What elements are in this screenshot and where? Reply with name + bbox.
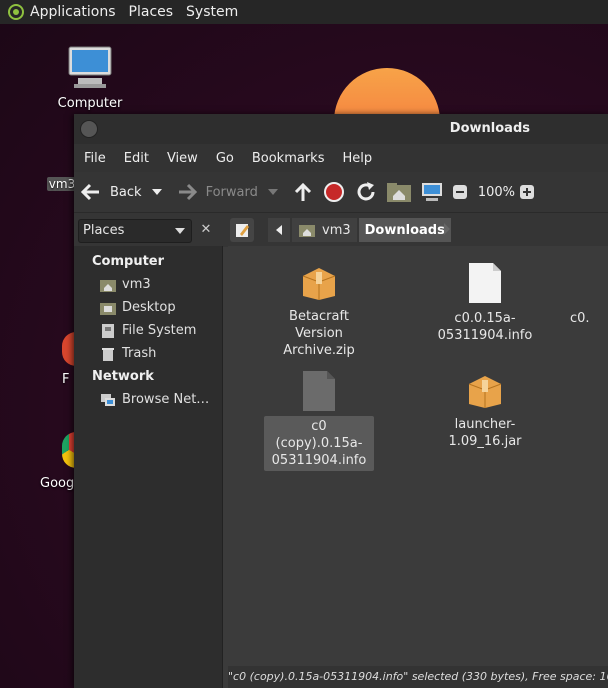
places-sidebar: Computer vm3 Desktop File System Trash N… — [74, 246, 223, 688]
breadcrumb-label: Downloads — [364, 222, 445, 238]
menubar: File Edit View Go Bookmarks Help — [74, 144, 608, 172]
document-icon — [303, 371, 335, 411]
computer-icon — [421, 183, 442, 201]
sidebar-item-label: Desktop — [122, 300, 176, 315]
stop-button[interactable] — [322, 180, 346, 204]
reload-icon — [357, 182, 375, 201]
back-label: Back — [110, 184, 142, 200]
sidebar-item-label: vm3 — [122, 277, 151, 292]
file-view[interactable]: Betacraft Version Archive.zip c0.0.15a-0… — [228, 246, 608, 666]
sidebar-item-vm3[interactable]: vm3 — [100, 277, 151, 292]
zoom-out-button[interactable] — [452, 184, 468, 200]
sidebar-section-network: Network — [92, 369, 154, 384]
back-history-chevron-icon[interactable] — [151, 188, 162, 196]
sidebar-section-computer: Computer — [92, 254, 165, 269]
file-name: Betacraft Version Archive.zip — [283, 309, 355, 358]
sidebar-item-label: File System — [122, 323, 197, 338]
sidebar-mode-select[interactable]: Places — [78, 219, 192, 243]
chevron-down-icon — [175, 228, 185, 234]
desktop-icon-label: Computer — [57, 96, 123, 111]
chevron-left-icon — [276, 225, 282, 235]
top-panel: Applications Places System — [0, 0, 608, 24]
titlebar[interactable]: Downloads — [74, 114, 608, 144]
home-folder-icon — [386, 183, 411, 202]
sidebar-item-browse-network[interactable]: Browse Net… — [100, 392, 209, 407]
file-name: launcher-1.09_16.jar — [448, 417, 522, 449]
trash-icon — [102, 347, 114, 361]
back-button[interactable]: Back — [80, 183, 162, 201]
forward-history-chevron-icon[interactable] — [267, 188, 278, 196]
back-arrow-icon — [80, 183, 99, 201]
breadcrumb: vm3 Downloads — [268, 218, 453, 242]
desktop-folder-icon — [100, 302, 116, 315]
breadcrumb-vm3[interactable]: vm3 — [292, 218, 357, 242]
panel-menu-places[interactable]: Places — [129, 4, 174, 20]
menu-edit[interactable]: Edit — [124, 151, 149, 166]
desktop-icon-partial-2[interactable]: Goog — [40, 432, 76, 491]
breadcrumb-label: vm3 — [322, 222, 351, 238]
computer-button[interactable] — [420, 181, 444, 203]
desktop-icon-vm3[interactable]: vm3 — [47, 177, 77, 191]
file-item[interactable]: launcher-1.09_16.jar — [430, 370, 540, 452]
edit-location-button[interactable] — [230, 218, 254, 242]
sidebar-item-label: Browse Net… — [122, 392, 210, 407]
menu-help[interactable]: Help — [342, 151, 372, 166]
stop-icon — [323, 182, 344, 202]
package-icon — [302, 268, 336, 300]
up-button[interactable] — [292, 181, 314, 203]
file-item[interactable]: Betacraft Version Archive.zip — [264, 262, 374, 361]
file-item[interactable]: c0 (copy).0.15a-05311904.info — [264, 370, 374, 471]
forward-arrow-icon — [178, 183, 197, 201]
desktop-icon-label: Goog — [40, 476, 75, 491]
file-item[interactable]: c0.0.15a-05311904.info — [430, 262, 540, 346]
file-item[interactable]: c0. — [568, 262, 608, 329]
computer-icon — [68, 46, 112, 88]
sidebar-item-desktop[interactable]: Desktop — [100, 300, 176, 315]
file-name: c0.0.15a-05311904.info — [437, 311, 533, 343]
breadcrumb-prev-button[interactable] — [268, 218, 290, 242]
home-button[interactable] — [386, 181, 412, 203]
desktop-icon-computer[interactable]: Computer — [52, 44, 128, 111]
desktop-icon-label: vm3 — [47, 177, 77, 191]
reload-button[interactable] — [354, 180, 378, 204]
window-title: Downloads — [449, 121, 530, 136]
close-sidebar-icon[interactable]: ✕ — [196, 219, 216, 241]
package-icon — [468, 376, 502, 408]
toolbar: Back Forward 100% — [74, 172, 608, 212]
home-folder-icon — [100, 279, 116, 292]
home-folder-icon — [299, 225, 315, 237]
zoom-level: 100% — [477, 184, 516, 200]
sidebar-item-trash[interactable]: Trash — [100, 346, 156, 361]
zoom-in-button[interactable] — [519, 184, 535, 200]
menu-view[interactable]: View — [167, 151, 198, 166]
window-menu-icon[interactable] — [80, 120, 98, 138]
sidebar-item-label: Trash — [122, 346, 157, 361]
sidebar-item-file-system[interactable]: File System — [100, 323, 196, 338]
chevron-right-icon[interactable] — [444, 223, 450, 235]
location-bar: Places ✕ vm3 Downloads — [74, 212, 608, 247]
file-name: c0 (copy).0.15a-05311904.info — [264, 416, 374, 471]
forward-button[interactable]: Forward — [176, 183, 278, 201]
breadcrumb-downloads[interactable]: Downloads — [358, 218, 451, 242]
network-icon — [101, 393, 115, 406]
menu-bookmarks[interactable]: Bookmarks — [252, 151, 325, 166]
status-bar: "c0 (copy).0.15a-05311904.info" selected… — [228, 666, 608, 688]
up-arrow-icon — [294, 182, 311, 201]
sidebar-mode-label: Places — [83, 223, 125, 238]
mint-logo-icon[interactable] — [8, 4, 24, 20]
file-name: c0. — [570, 311, 590, 326]
menu-file[interactable]: File — [84, 151, 106, 166]
file-manager-window: Downloads File Edit View Go Bookmarks He… — [74, 114, 608, 688]
panel-menu-system[interactable]: System — [186, 4, 238, 20]
zoom-in-icon — [520, 185, 535, 199]
document-icon — [469, 263, 501, 303]
drive-icon — [102, 323, 114, 338]
forward-label: Forward — [205, 184, 258, 200]
zoom-out-icon — [452, 185, 467, 199]
menu-go[interactable]: Go — [216, 151, 234, 166]
pencil-icon — [236, 224, 249, 237]
panel-menu-applications[interactable]: Applications — [30, 4, 116, 20]
